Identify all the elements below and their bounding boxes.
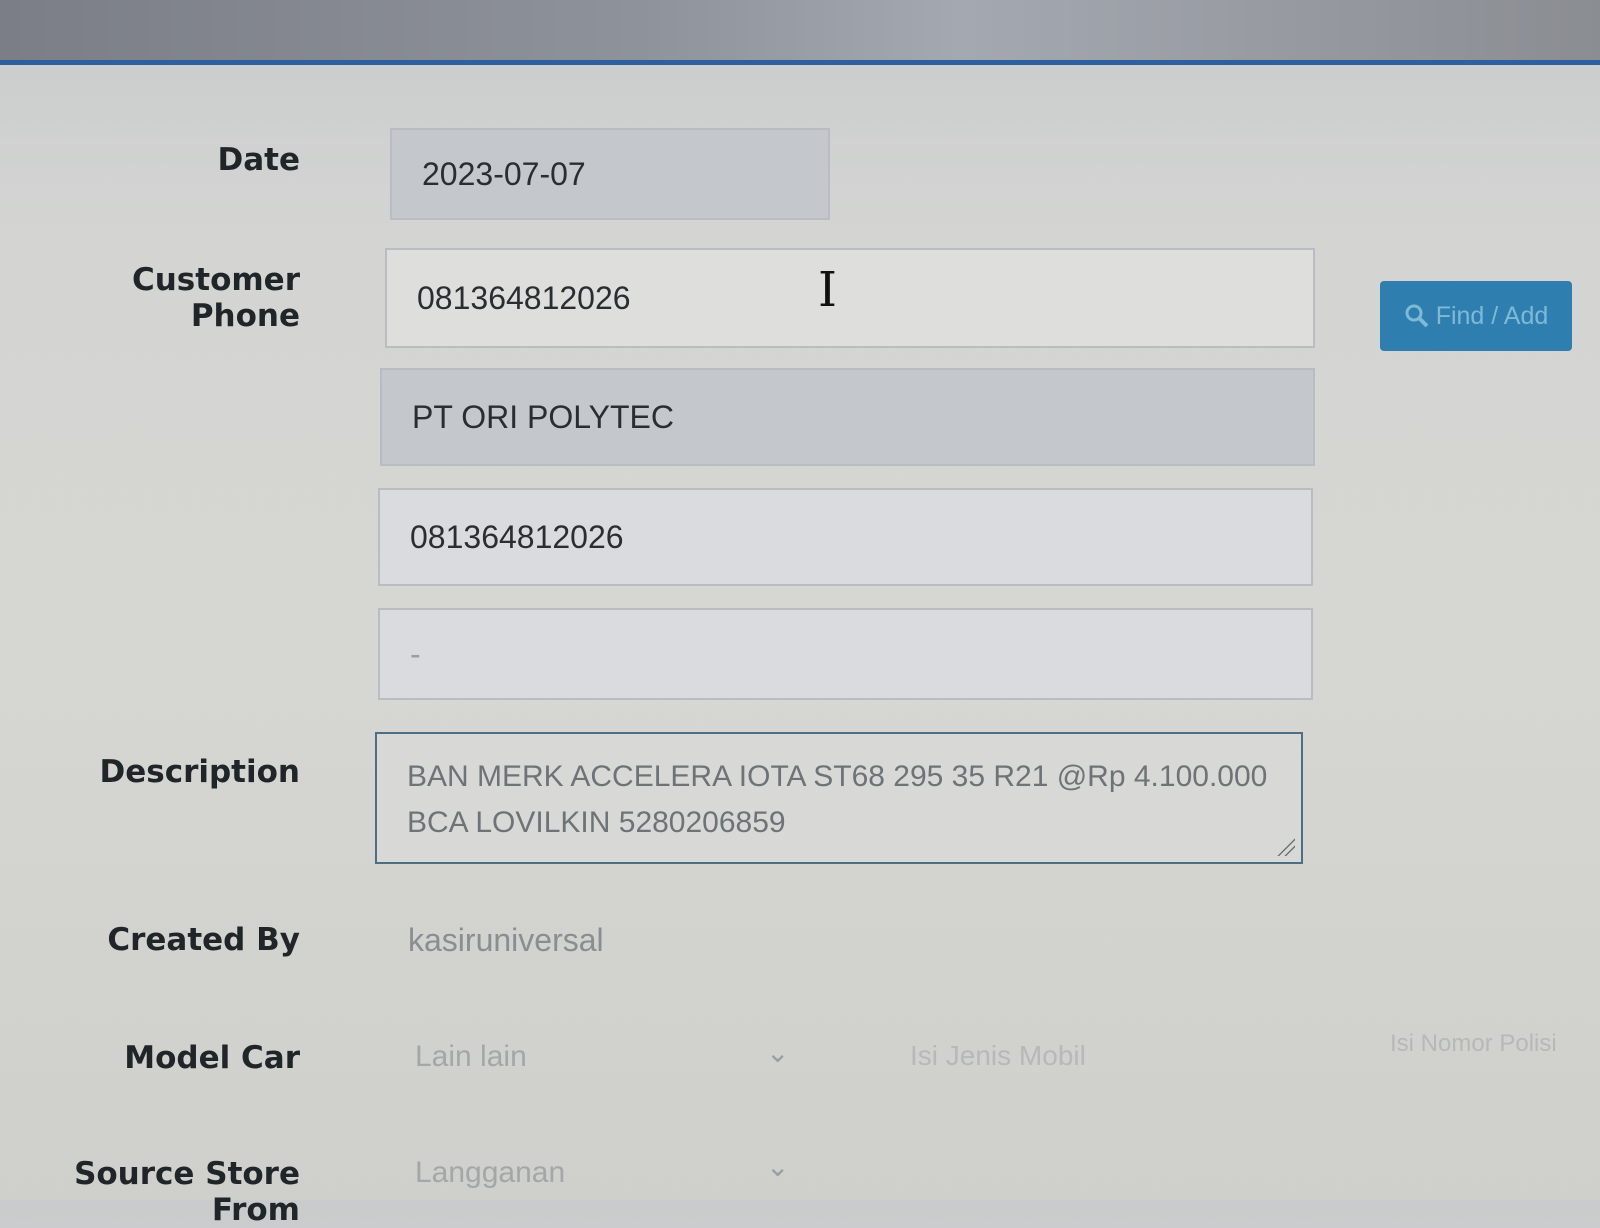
description-line-1: BAN MERK ACCELERA IOTA ST68 295 35 R21 @… (407, 760, 1268, 793)
created-by-value: kasiruniversal (408, 922, 604, 958)
customer-name-field: PT ORI POLYTEC (380, 368, 1315, 466)
description-label: Description (99, 754, 300, 790)
customer-address-value: - (410, 635, 421, 672)
model-car-value: Lain lain (415, 1040, 527, 1073)
search-icon (1405, 304, 1429, 328)
source-store-value: Langganan (415, 1156, 566, 1189)
chevron-down-icon: ⌄ (766, 1036, 790, 1069)
find-add-label: Find / Add (1435, 301, 1549, 330)
date-label: Date (217, 142, 301, 178)
description-line-2: BCA LOVILKIN 5280206859 (407, 806, 786, 839)
top-header-bar (0, 0, 1600, 65)
model-car-label: Model Car (124, 1040, 300, 1076)
source-store-select[interactable]: Langganan (415, 1156, 795, 1190)
police-number-input[interactable]: Isi Nomor Polisi (1390, 1030, 1557, 1058)
customer-name-value: PT ORI POLYTEC (412, 398, 674, 435)
description-textarea[interactable]: BAN MERK ACCELERA IOTA ST68 295 35 R21 @… (375, 732, 1303, 864)
customer-phone-label: Customer Phone (131, 262, 300, 334)
text-cursor-icon: I (818, 262, 837, 318)
customer-phone-value: 081364812026 (417, 279, 631, 316)
customer-phone-display-value: 081364812026 (410, 518, 624, 555)
model-car-select[interactable]: Lain lain (415, 1040, 795, 1074)
chevron-down-icon: ⌄ (766, 1150, 790, 1183)
customer-phone-display-field: 081364812026 (378, 488, 1313, 586)
find-add-button[interactable]: Find / Add (1380, 281, 1572, 351)
source-store-label: Source Store From (74, 1156, 300, 1228)
customer-phone-input[interactable]: 081364812026 (385, 248, 1315, 348)
car-type-input[interactable]: Isi Jenis Mobil (910, 1040, 1086, 1072)
date-input[interactable]: 2023-07-07 (390, 128, 830, 220)
resize-handle-icon[interactable] (1277, 838, 1295, 856)
customer-address-field: - (378, 608, 1313, 700)
created-by-label: Created By (107, 922, 300, 958)
date-value: 2023-07-07 (422, 155, 586, 192)
